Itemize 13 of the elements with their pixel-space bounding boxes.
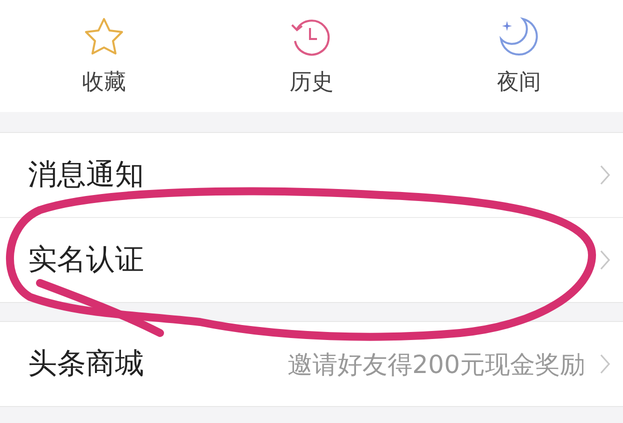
menu-item[interactable]: 消息通知 [0, 133, 623, 218]
menu-item[interactable]: 实名认证 [0, 218, 623, 302]
shortcut-label[interactable]: 历史 [289, 67, 334, 97]
chevron-icon [599, 164, 611, 186]
menu-item-label: 头条商城 [28, 345, 145, 382]
menu-item-detail: 邀请好友得200元现金奖励 [287, 348, 585, 380]
menu-item-label: 实名认证 [28, 241, 145, 278]
chevron-icon [599, 249, 611, 271]
menu-item-label: 消息通知 [28, 156, 145, 193]
shortcut-label[interactable]: 收藏 [82, 67, 126, 97]
chevron-icon [599, 353, 611, 375]
shortcut-label[interactable]: 夜间 [497, 67, 542, 97]
menu-item[interactable]: 头条商城 邀请好友得200元现金奖励 [0, 322, 623, 406]
